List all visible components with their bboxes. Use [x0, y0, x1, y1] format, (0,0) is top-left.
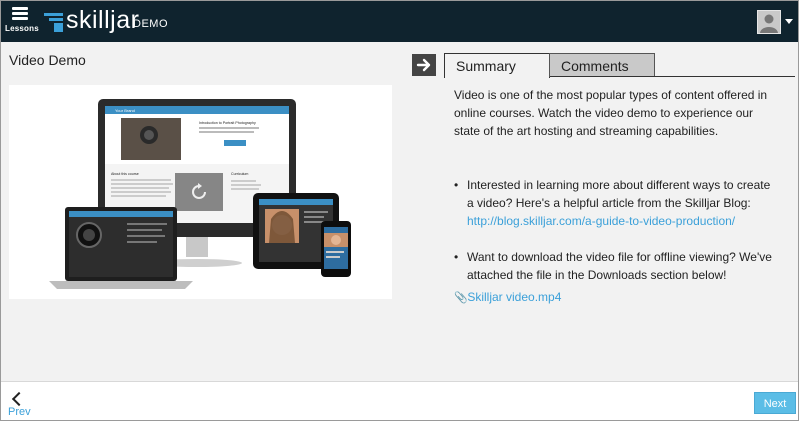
- brand-name: skilljar: [66, 6, 140, 34]
- bullet2-text: Want to download the video file for offl…: [467, 250, 772, 282]
- bullet1-text: Interested in learning more about differ…: [467, 178, 771, 210]
- replay-overlay: [175, 173, 223, 211]
- list-item: Want to download the video file for offl…: [454, 248, 774, 284]
- user-silhouette-icon: [760, 14, 778, 33]
- tab-summary[interactable]: Summary: [444, 53, 550, 78]
- tab-comments[interactable]: Comments: [549, 53, 655, 77]
- attachment: 📎 Skilljar video.mp4: [454, 290, 561, 304]
- paperclip-icon: 📎: [454, 292, 468, 304]
- prev-label: Prev: [8, 406, 31, 418]
- hamburger-icon: [12, 7, 28, 20]
- prev-button[interactable]: Prev: [7, 391, 33, 419]
- lesson-title: Video Demo: [9, 52, 86, 68]
- user-avatar[interactable]: [757, 10, 781, 34]
- tab-divider: [550, 76, 795, 77]
- lesson-footer: Prev Next: [1, 381, 798, 420]
- screen-heading-text: Introduction to Portrait Photography: [199, 121, 256, 125]
- screen-curriculum-text: Curriculum: [231, 172, 248, 176]
- lessons-menu-button[interactable]: Lessons: [5, 7, 39, 39]
- summary-list: Interested in learning more about differ…: [454, 176, 774, 284]
- next-button[interactable]: Next: [754, 392, 796, 414]
- screen-about-text: About this course: [111, 172, 139, 176]
- lessons-label: Lessons: [5, 24, 39, 33]
- screen-brand-text: Your Brand: [115, 108, 135, 113]
- lesson-page: Lessons skilljar DEMO Video Demo Your Br…: [0, 0, 799, 421]
- summary-content: Video is one of the most popular types o…: [454, 86, 774, 284]
- brand-suffix: DEMO: [133, 18, 168, 30]
- chevron-left-icon: [11, 391, 27, 407]
- video-player[interactable]: Your Brand Introduction to Portrait Phot…: [9, 85, 392, 299]
- toggle-panel-button[interactable]: [412, 54, 436, 76]
- account-dropdown-icon[interactable]: [785, 19, 793, 24]
- attachment-link[interactable]: Skilljar video.mp4: [467, 290, 561, 304]
- blog-article-link[interactable]: http://blog.skilljar.com/a-guide-to-vide…: [467, 214, 735, 228]
- top-bar: Lessons skilljar DEMO: [1, 1, 798, 42]
- list-item: Interested in learning more about differ…: [454, 176, 774, 230]
- summary-intro: Video is one of the most popular types o…: [454, 88, 768, 138]
- multi-device-preview-image: Your Brand Introduction to Portrait Phot…: [49, 99, 351, 289]
- skilljar-logo-icon: [44, 13, 63, 32]
- arrow-right-icon: [416, 58, 431, 72]
